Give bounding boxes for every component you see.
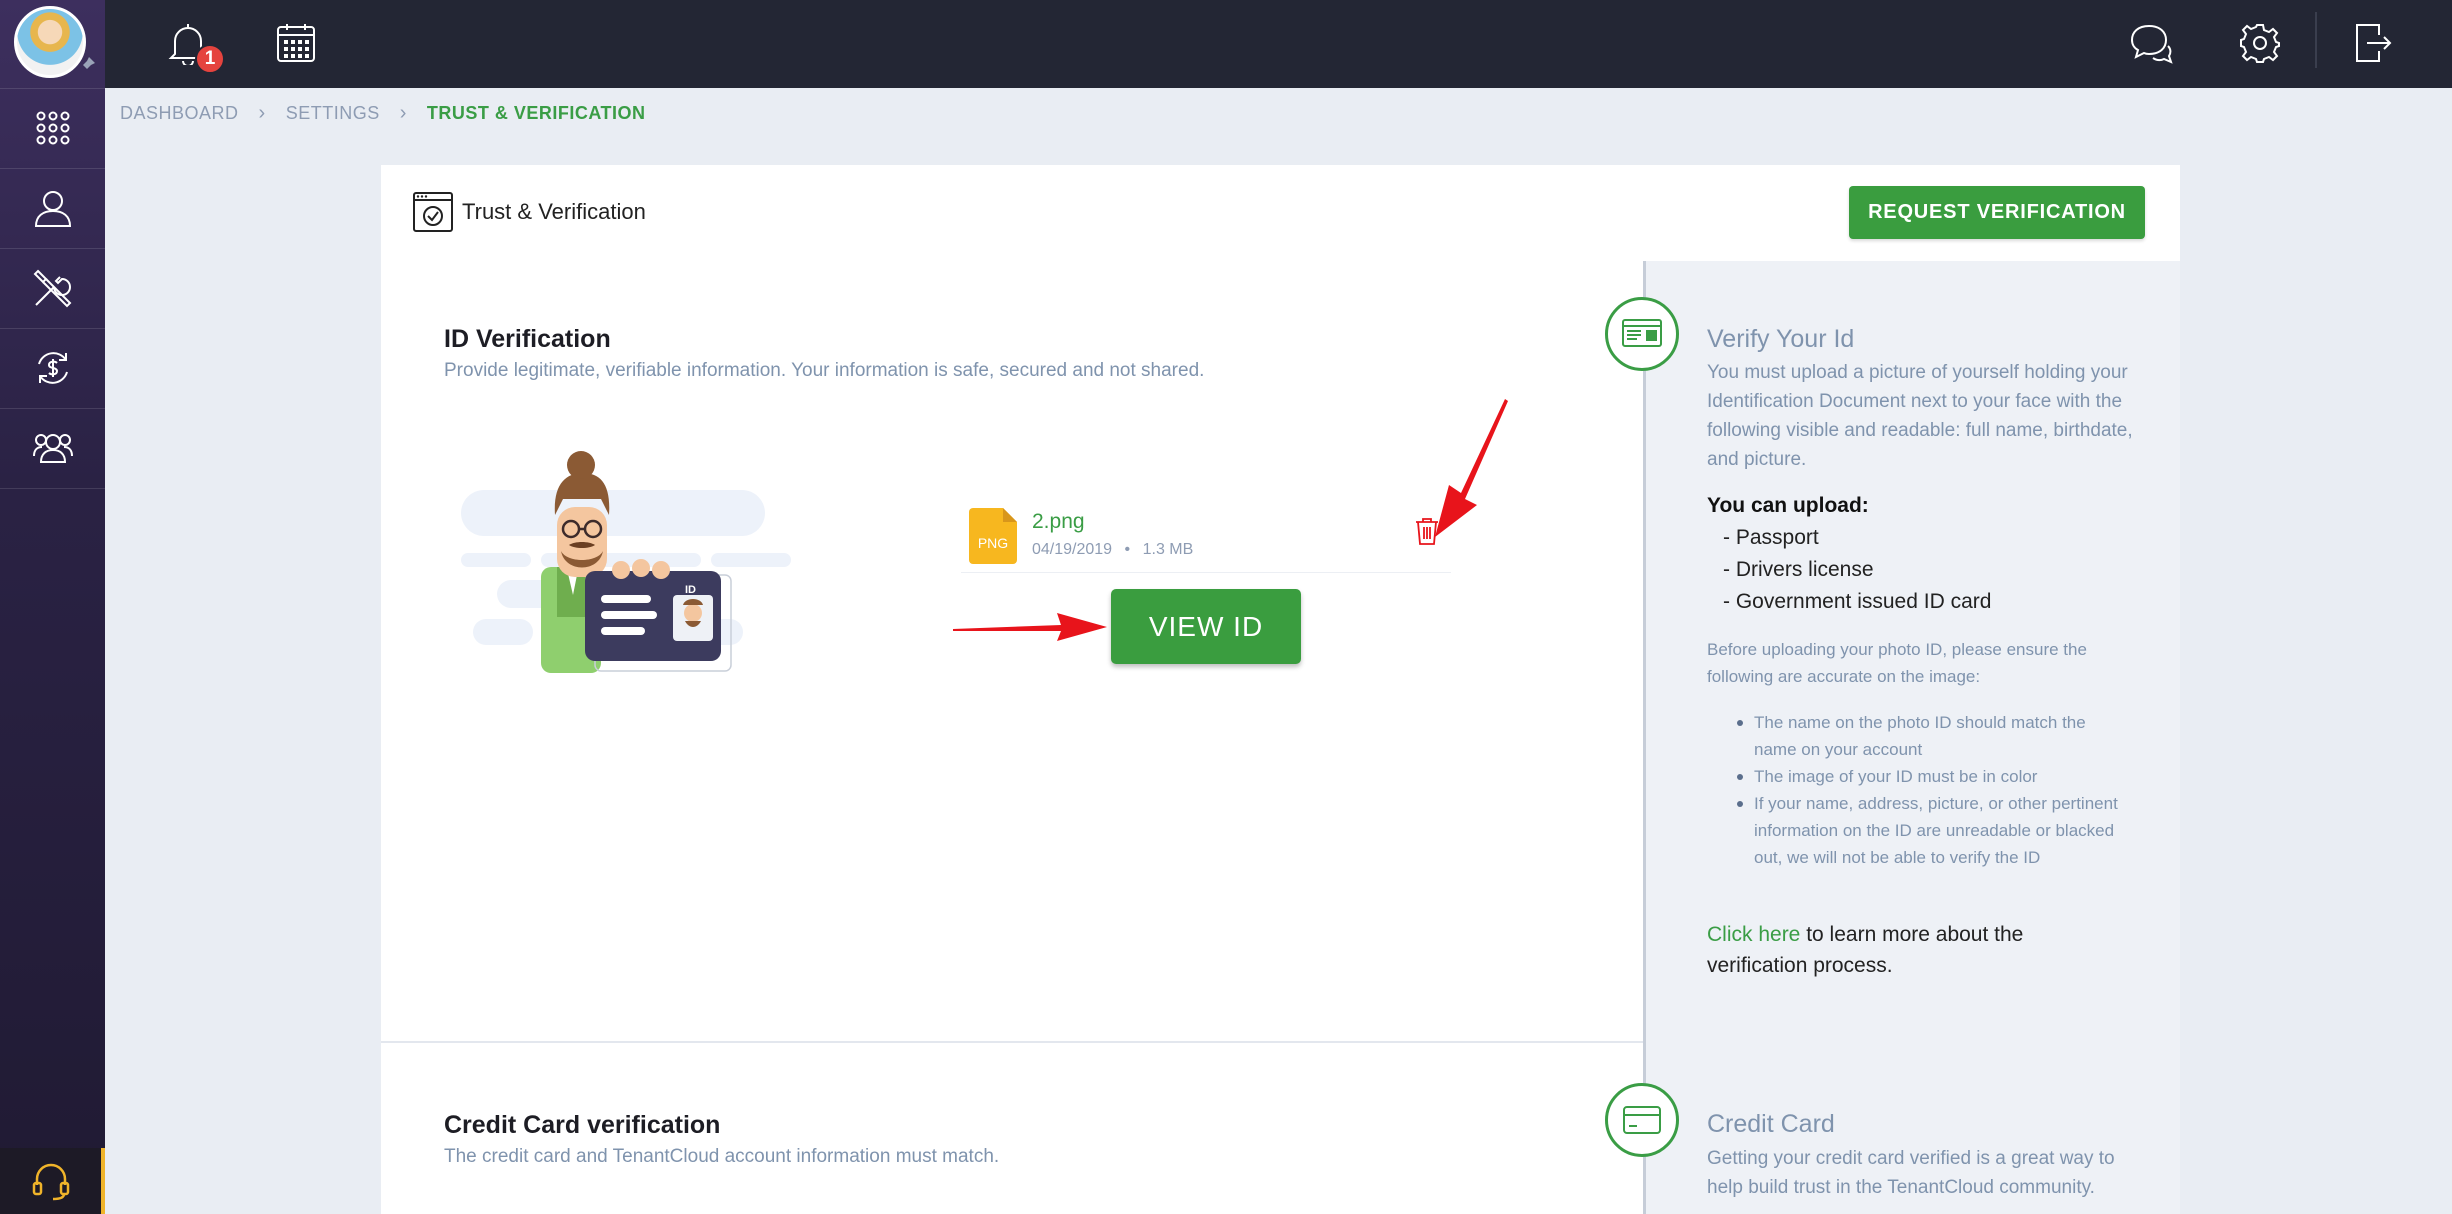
section-divider xyxy=(381,1041,1643,1043)
annotation-arrow-down xyxy=(1435,399,1508,537)
chat-icon xyxy=(2130,24,2173,64)
requirements-list: The name on the photo ID should match th… xyxy=(1737,709,2130,871)
file-type-label: PNG xyxy=(978,535,1008,551)
credit-card-subtitle: The credit card and TenantCloud account … xyxy=(444,1146,1000,1167)
grid-icon xyxy=(36,111,69,145)
sidebar-item-contacts[interactable] xyxy=(0,409,105,487)
id-card-circle xyxy=(1605,297,1679,371)
breadcrumb-current: TRUST & VERIFICATION xyxy=(426,102,646,123)
requirement-item: If your name, address, picture, or other… xyxy=(1737,790,2130,871)
id-card-label: ID xyxy=(685,584,696,596)
logout-button[interactable] xyxy=(2348,18,2398,68)
sidebar xyxy=(0,0,105,1214)
sidebar-item-tools[interactable] xyxy=(0,249,105,327)
credit-card-panel-text: Getting your credit card verified is a g… xyxy=(1707,1148,2115,1198)
file-size: 1.3 MB xyxy=(1142,541,1194,558)
credit-card-panel-title: Credit Card xyxy=(1707,1110,1835,1138)
id-verification-title: ID Verification xyxy=(444,325,611,353)
id-verification-subtitle: Provide legitimate, verifiable informati… xyxy=(444,360,1205,381)
tools-icon xyxy=(33,269,71,308)
verified-window-icon xyxy=(413,192,453,232)
credit-card-icon xyxy=(1623,1106,1661,1134)
calendar-button[interactable] xyxy=(271,18,321,68)
file-row-divider xyxy=(961,572,1451,573)
credit-card-title: Credit Card verification xyxy=(444,1111,721,1139)
id-card-icon xyxy=(1622,319,1662,347)
learn-more-text: Click here to learn more about the verif… xyxy=(1707,919,2127,981)
sidebar-item-payments[interactable] xyxy=(0,329,105,407)
pin-icon[interactable] xyxy=(78,56,96,74)
credit-card-circle xyxy=(1605,1083,1679,1157)
users-icon xyxy=(32,434,73,463)
requirement-item: The name on the photo ID should match th… xyxy=(1737,709,2130,763)
logout-icon xyxy=(2356,24,2392,62)
click-here-link[interactable]: Click here xyxy=(1707,923,1800,946)
upload-item: - Passport xyxy=(1723,526,1819,549)
ensure-text: Before uploading your photo ID, please e… xyxy=(1707,640,2087,686)
support-button[interactable] xyxy=(0,1148,105,1214)
view-id-button[interactable]: VIEW ID xyxy=(1111,589,1301,664)
avatar[interactable] xyxy=(14,6,86,78)
card-title: Trust & Verification xyxy=(462,199,646,224)
breadcrumb-settings[interactable]: SETTINGS xyxy=(286,103,380,124)
topbar: 1 xyxy=(105,0,2452,88)
settings-button[interactable] xyxy=(2235,18,2285,68)
messages-button[interactable] xyxy=(2126,18,2176,68)
breadcrumb: DASHBOARD › SETTINGS › TRUST & VERIFICAT… xyxy=(120,100,646,126)
sidebar-item-profile[interactable] xyxy=(0,169,105,247)
upload-list: - Passport - Drivers license - Governmen… xyxy=(1723,522,1991,618)
annotation-arrow-right xyxy=(953,613,1107,641)
png-file-icon: PNG xyxy=(969,508,1017,564)
chevron-right-icon: › xyxy=(399,101,407,124)
card-header: Trust & Verification REQUEST VERIFICATIO… xyxy=(381,165,2180,261)
money-cycle-icon xyxy=(37,352,68,384)
user-icon xyxy=(34,191,71,227)
file-date: 04/19/2019 xyxy=(1032,541,1113,558)
file-meta: 04/19/2019 • 1.3 MB xyxy=(1032,541,1193,559)
meta-separator: • xyxy=(1124,541,1131,558)
sidebar-item-apps[interactable] xyxy=(0,89,105,167)
upload-item: - Drivers license xyxy=(1723,558,1874,581)
breadcrumb-dashboard[interactable]: DASHBOARD xyxy=(120,103,239,124)
notification-badge: 1 xyxy=(195,44,225,74)
sidebar-divider xyxy=(0,488,105,489)
headset-icon xyxy=(32,1163,69,1201)
upload-item: - Government issued ID card xyxy=(1723,590,1992,613)
file-name-link[interactable]: 2.png xyxy=(1032,510,1085,534)
topbar-divider xyxy=(2315,12,2317,68)
calendar-icon xyxy=(277,24,315,62)
verify-id-title: Verify Your Id xyxy=(1707,325,1855,353)
upload-heading: You can upload: xyxy=(1707,494,1869,517)
id-illustration: ID xyxy=(461,451,791,673)
gear-icon xyxy=(2240,24,2280,63)
requirement-item: The image of your ID must be in color xyxy=(1737,763,2130,790)
chevron-right-icon: › xyxy=(258,101,266,124)
verify-id-description: You must upload a picture of yourself ho… xyxy=(1707,362,2133,470)
request-verification-button[interactable]: REQUEST VERIFICATION xyxy=(1849,186,2145,239)
